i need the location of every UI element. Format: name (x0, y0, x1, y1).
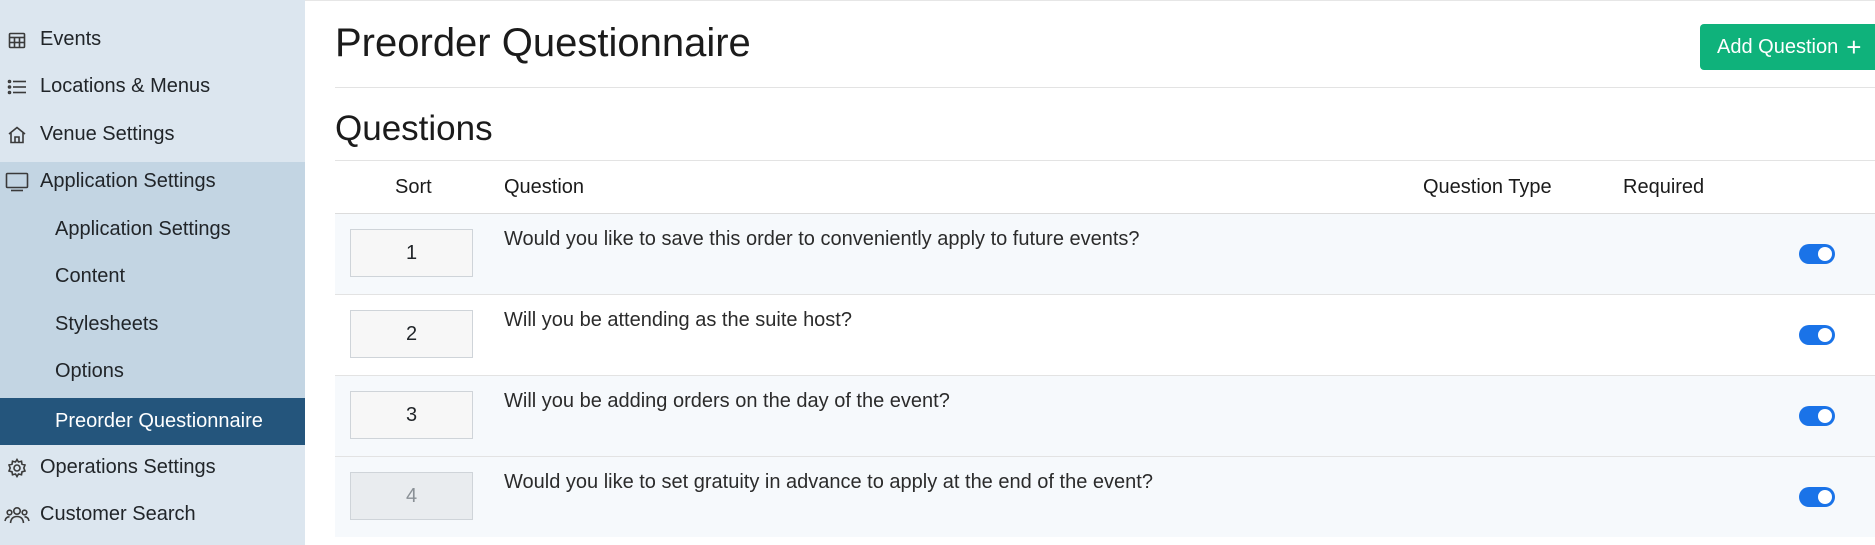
sidebar-subitem-options[interactable]: Options (0, 348, 305, 395)
sidebar: Events Locations & Menus Venue Settings … (0, 0, 305, 545)
column-header-question[interactable]: Question (504, 176, 584, 199)
table-row: 4 Would you like to set gratuity in adva… (335, 457, 1875, 537)
column-header-question-type[interactable]: Question Type (1423, 176, 1552, 199)
question-text: Will you be attending as the suite host? (504, 309, 852, 331)
sidebar-item-venue-settings[interactable]: Venue Settings (0, 111, 305, 158)
question-text: Will you be adding orders on the day of … (504, 390, 950, 412)
gear-icon (4, 456, 30, 480)
question-text: Would you like to save this order to con… (504, 228, 1140, 250)
sidebar-item-label: Application Settings (55, 218, 231, 240)
toggle-knob (1818, 328, 1832, 342)
toggle-knob (1818, 409, 1832, 423)
monitor-icon (4, 170, 30, 194)
users-icon (4, 503, 30, 527)
sidebar-item-label: Customer Search (40, 503, 196, 525)
sidebar-item-application-settings[interactable]: Application Settings (0, 158, 305, 205)
sidebar-item-label: Preorder Questionnaire (55, 410, 263, 432)
sidebar-subitem-application-settings[interactable]: Application Settings (0, 206, 305, 253)
required-toggle[interactable] (1799, 487, 1835, 507)
sort-input[interactable]: 3 (350, 391, 473, 439)
sidebar-item-label: Application Settings (40, 170, 216, 192)
add-question-button[interactable]: Add Question + (1700, 24, 1875, 70)
sort-input[interactable]: 1 (350, 229, 473, 277)
section-divider (335, 160, 1875, 161)
list-icon (4, 75, 30, 99)
sidebar-item-events[interactable]: Events (0, 16, 305, 63)
required-toggle[interactable] (1799, 325, 1835, 345)
sidebar-item-label: Venue Settings (40, 123, 175, 145)
sidebar-item-label: Operations Settings (40, 456, 216, 478)
add-question-label: Add Question (1717, 35, 1839, 58)
column-header-required[interactable]: Required (1623, 176, 1704, 199)
section-title: Questions (335, 109, 493, 148)
required-toggle[interactable] (1799, 244, 1835, 264)
plus-icon: + (1846, 32, 1862, 62)
sidebar-subitem-stylesheets[interactable]: Stylesheets (0, 301, 305, 348)
calendar-icon (4, 28, 30, 52)
sidebar-item-label: Content (55, 265, 126, 287)
sidebar-item-label: Stylesheets (55, 313, 159, 335)
sidebar-item-locations-menus[interactable]: Locations & Menus (0, 63, 305, 110)
page-title: Preorder Questionnaire (335, 21, 751, 65)
toggle-knob (1818, 490, 1832, 504)
sort-input[interactable]: 4 (350, 472, 473, 520)
header-divider (335, 87, 1875, 88)
sidebar-subitem-preorder-questionnaire[interactable]: Preorder Questionnaire (0, 398, 305, 445)
sidebar-item-operations-settings[interactable]: Operations Settings (0, 444, 305, 491)
sidebar-item-customer-search[interactable]: Customer Search (0, 491, 305, 538)
question-text: Would you like to set gratuity in advanc… (504, 471, 1153, 493)
column-header-sort[interactable]: Sort (395, 176, 432, 199)
sidebar-item-label: Events (40, 28, 102, 50)
home-icon (4, 123, 30, 147)
table-row: 1 Would you like to save this order to c… (335, 214, 1875, 295)
sidebar-subitem-content[interactable]: Content (0, 253, 305, 300)
sort-input[interactable]: 2 (350, 310, 473, 358)
toggle-knob (1818, 247, 1832, 261)
required-toggle[interactable] (1799, 406, 1835, 426)
table-row: 2 Will you be attending as the suite hos… (335, 295, 1875, 376)
table-row: 3 Will you be adding orders on the day o… (335, 376, 1875, 457)
top-divider (305, 0, 1875, 1)
sidebar-item-label: Locations & Menus (40, 75, 211, 97)
sidebar-item-label: Options (55, 360, 124, 382)
